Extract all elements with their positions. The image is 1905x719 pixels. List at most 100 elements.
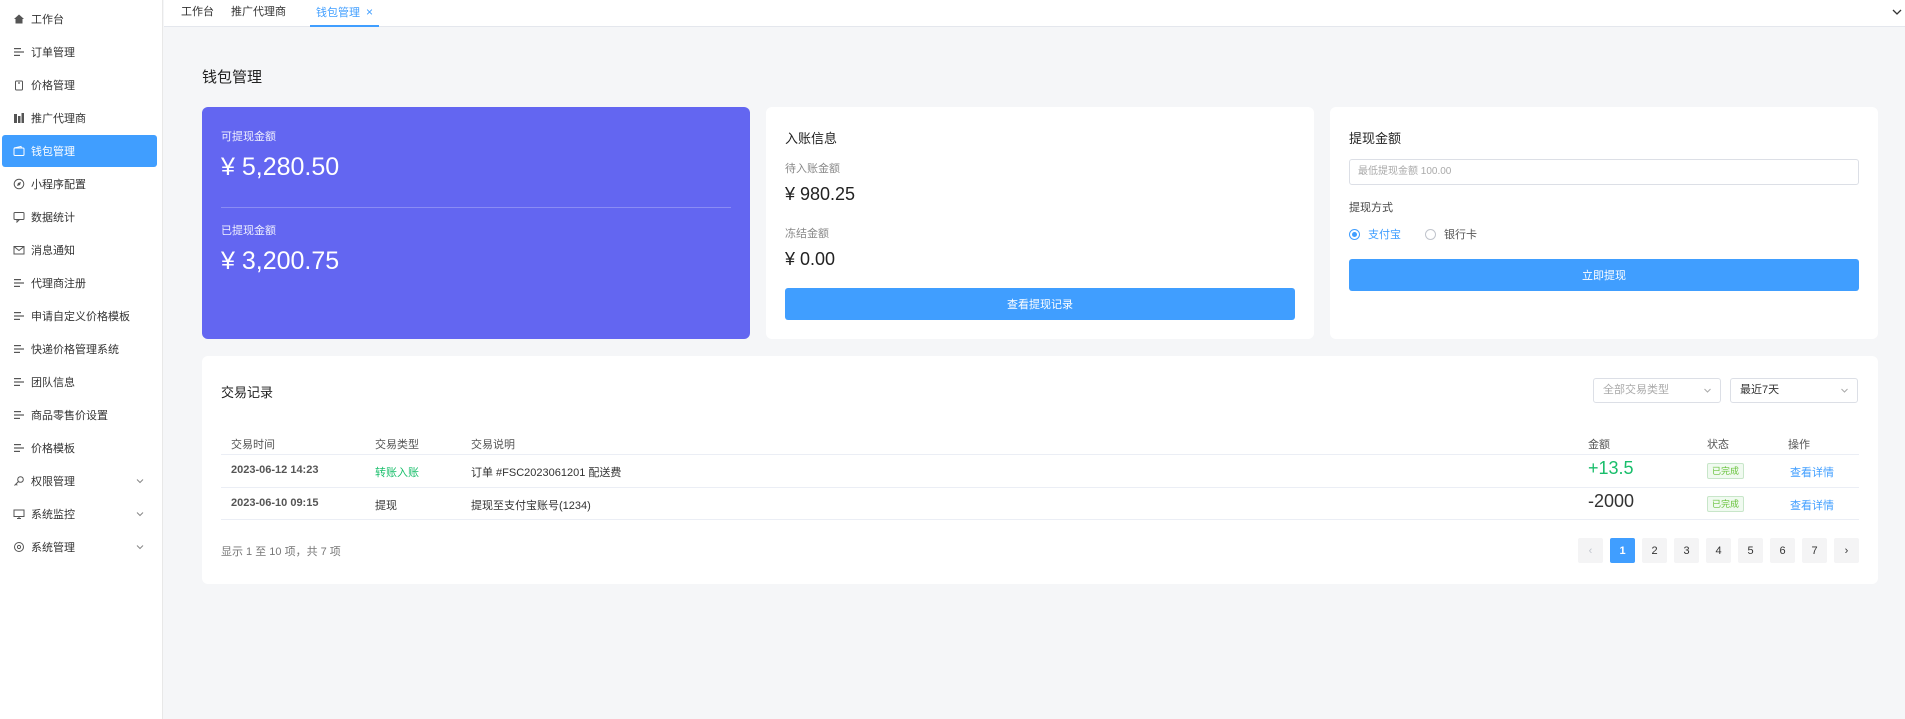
chevron-down-icon [136,479,144,484]
page-button-1[interactable]: 1 [1610,538,1635,563]
sidebar-item-orders[interactable]: 订单管理 [2,36,157,68]
sidebar-item-team[interactable]: 团队信息 [2,366,157,398]
sidebar-item-promoters[interactable]: 推广代理商 [2,102,157,134]
sidebar: 工作台 订单管理 价格管理 推广代理商 钱包管理 小程序配置 数据统计 消息通知… [0,0,163,719]
sidebar-item-label: 团队信息 [31,377,75,389]
radio-alipay[interactable]: 支付宝 [1349,226,1401,242]
page-button-2[interactable]: 2 [1642,538,1667,563]
list-icon [13,46,25,58]
cell-description: 订单 #FSC2023061201 配送费 [471,467,622,479]
status-badge: 已完成 [1707,463,1745,479]
cell-amount: -2000 [1588,491,1635,511]
income-title: 入账信息 [785,131,838,146]
frozen-amount: ¥ 0.00 [785,249,836,269]
income-card: 入账信息 待入账金额 ¥ 980.25 冻结金额 ¥ 0.00 查看提现记录 [766,107,1314,339]
sidebar-item-label: 订单管理 [31,47,75,59]
sidebar-item-label: 代理商注册 [31,278,86,290]
radio-checked-icon [1349,228,1360,240]
sidebar-item-label: 价格管理 [31,80,75,92]
sidebar-item-label: 价格模板 [31,443,75,455]
list-icon [13,310,25,322]
sidebar-item-workbench[interactable]: 工作台 [2,3,157,35]
withdrawn-amount: ¥ 3,200.75 [221,247,340,275]
available-label: 可提现金额 [221,131,276,143]
sidebar-item-price[interactable]: 价格管理 [2,69,157,101]
withdraw-now-button[interactable]: 立即提现 [1349,259,1859,291]
column-header-status: 状态 [1707,439,1729,451]
page-button-5[interactable]: 5 [1738,538,1763,563]
wallet-icon [13,145,25,157]
price-tag-icon [13,79,25,91]
monitor-icon [13,508,25,520]
chevron-down-icon[interactable] [1891,6,1903,18]
table-row: 2023-06-12 14:23 转账入账 订单 #FSC2023061201 … [221,454,1859,487]
withdraw-title: 提现金额 [1349,131,1402,146]
sidebar-item-label: 申请自定义价格模板 [31,311,130,323]
tab-label: 推广代理商 [231,6,286,18]
page-button-4[interactable]: 4 [1706,538,1731,563]
sidebar-item-label: 小程序配置 [31,179,86,191]
select-value: 全部交易类型 [1603,384,1669,396]
page-button-3[interactable]: 3 [1674,538,1699,563]
list-icon [13,376,25,388]
view-withdraw-records-button[interactable]: 查看提现记录 [785,288,1295,320]
sidebar-item-agent-register[interactable]: 代理商注册 [2,267,157,299]
settings-icon [13,541,25,553]
pagination-summary: 显示 1 至 10 项，共 7 项 [221,546,341,558]
page-button-7[interactable]: 7 [1802,538,1827,563]
cell-type: 提现 [375,500,397,512]
sidebar-item-miniapp[interactable]: 小程序配置 [2,168,157,200]
sidebar-item-monitoring[interactable]: 系统监控 [2,498,157,530]
radio-label: 银行卡 [1444,229,1477,241]
sidebar-item-messages[interactable]: 消息通知 [2,234,157,266]
sidebar-item-system[interactable]: 系统管理 [2,531,157,563]
compass-icon [13,178,25,190]
tabs-bar: 工作台 推广代理商 钱包管理 × [164,0,1905,27]
prev-page-button[interactable]: ‹ [1578,538,1603,563]
sidebar-item-wallet[interactable]: 钱包管理 [2,135,157,167]
withdraw-card: 提现金额 最低提现金额 100.00 提现方式 支付宝 银行卡 立即提现 [1330,107,1878,339]
sidebar-item-label: 权限管理 [31,476,75,488]
sidebar-item-custom-price-template[interactable]: 申请自定义价格模板 [2,300,157,332]
sidebar-item-label: 商品零售价设置 [31,410,108,422]
transactions-card: 交易记录 全部交易类型 最近7天 交易时间 交易类型 交易说明 金额 状态 操作… [202,356,1878,584]
tab-label: 钱包管理 [316,7,360,19]
cell-description: 提现至支付宝账号(1234) [471,500,591,512]
withdraw-amount-input[interactable]: 最低提现金额 100.00 [1349,159,1859,185]
list-icon [13,409,25,421]
view-details-link[interactable]: 查看详情 [1790,497,1834,513]
close-icon[interactable]: × [366,5,373,19]
sidebar-item-retail-price[interactable]: 商品零售价设置 [2,399,157,431]
sidebar-item-label: 推广代理商 [31,113,86,125]
available-amount: ¥ 5,280.50 [221,153,340,181]
next-page-button[interactable]: › [1834,538,1859,563]
withdraw-method-label: 提现方式 [1349,202,1393,214]
radio-bank-card[interactable]: 银行卡 [1425,226,1477,242]
select-value: 最近7天 [1740,384,1780,396]
key-icon [13,475,25,487]
status-badge: 已完成 [1707,496,1745,512]
sidebar-item-price-template[interactable]: 价格模板 [2,432,157,464]
chevron-down-icon [136,512,144,517]
column-header-time: 交易时间 [231,439,275,451]
transaction-type-select[interactable]: 全部交易类型 [1593,378,1721,403]
withdraw-method-group: 支付宝 银行卡 [1349,226,1501,242]
chat-chart-icon [13,211,25,223]
date-range-select[interactable]: 最近7天 [1730,378,1858,403]
pending-label: 待入账金额 [785,163,840,175]
chevron-down-icon [1704,388,1711,393]
sidebar-item-permissions[interactable]: 权限管理 [2,465,157,497]
cell-time: 2023-06-10 09:15 [231,497,319,509]
sidebar-item-express-price[interactable]: 快递价格管理系统 [2,333,157,365]
sidebar-item-label: 数据统计 [31,212,75,224]
chevron-down-icon [1841,388,1848,393]
tab-workbench[interactable]: 工作台 [175,0,220,27]
page-button-6[interactable]: 6 [1770,538,1795,563]
sidebar-item-stats[interactable]: 数据统计 [2,201,157,233]
view-details-link[interactable]: 查看详情 [1790,464,1834,480]
tab-promoters[interactable]: 推广代理商 [225,0,292,27]
sidebar-item-label: 快递价格管理系统 [31,344,119,356]
column-header-type: 交易类型 [375,439,419,451]
mail-icon [13,244,25,256]
tab-wallet[interactable]: 钱包管理 × [310,0,380,27]
